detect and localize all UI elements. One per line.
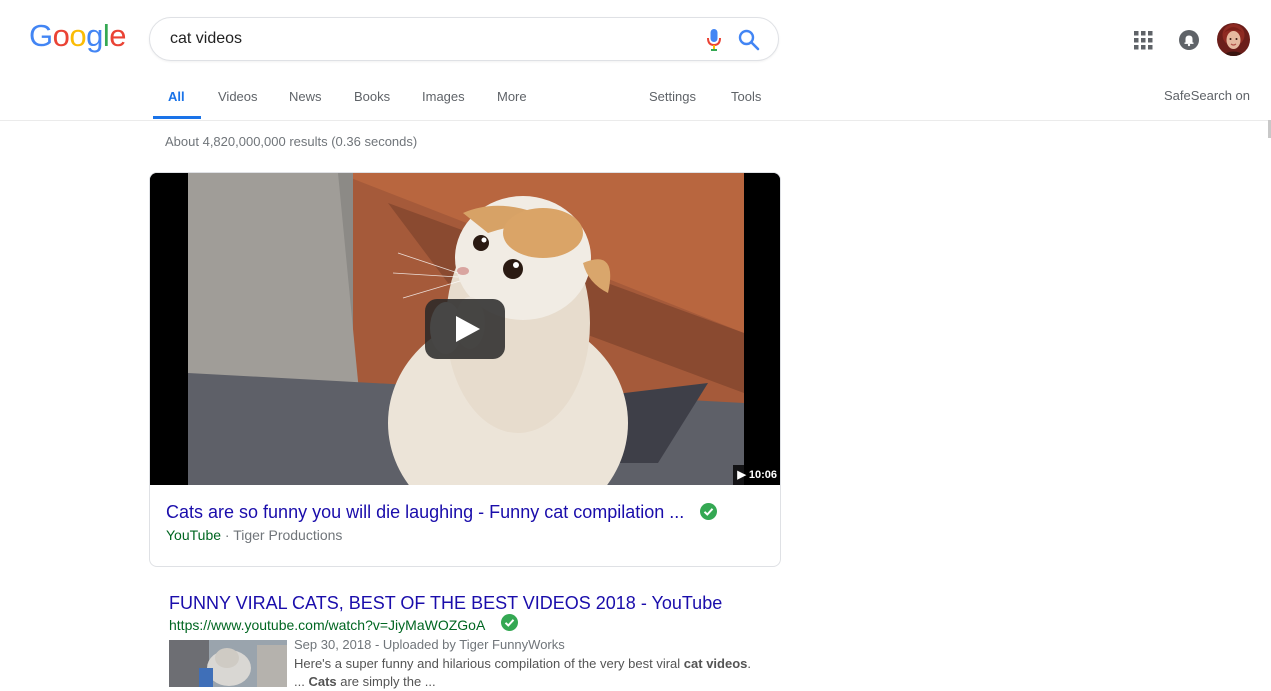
verified-check-icon <box>700 503 717 520</box>
search-input[interactable] <box>170 27 670 51</box>
microphone-icon[interactable] <box>706 29 722 51</box>
tab-tools[interactable]: Tools <box>731 89 761 117</box>
tab-books[interactable]: Books <box>354 89 390 117</box>
result-thumbnail[interactable] <box>169 640 287 687</box>
snippet-bold: cat videos <box>683 656 748 671</box>
tab-images[interactable]: Images <box>422 89 465 117</box>
snippet-text: Here's a super funny and hilarious compi… <box>294 656 684 671</box>
header: Google cat videos All Videos News Books … <box>0 0 1271 121</box>
video-thumbnail[interactable]: ▶ 10:06 <box>150 173 780 485</box>
play-small-icon: ▶ <box>737 469 746 481</box>
tab-settings[interactable]: Settings <box>649 89 696 117</box>
verified-check-icon <box>501 614 518 631</box>
account-avatar[interactable] <box>1217 23 1250 56</box>
video-result-card[interactable]: ▶ 10:06 Cats are so funny you will die l… <box>149 172 781 567</box>
source-separator: · <box>224 527 230 543</box>
safesearch-status[interactable]: SafeSearch on <box>1164 88 1250 103</box>
result-stats: About 4,820,000,000 results (0.36 second… <box>165 134 418 149</box>
video-source: YouTube · Tiger Productions <box>166 527 342 543</box>
play-button[interactable] <box>425 299 505 359</box>
search-tabs: All Videos News Books Images More Settin… <box>0 80 1271 120</box>
tab-news[interactable]: News <box>289 89 322 117</box>
notifications-bell-icon[interactable] <box>1179 30 1199 50</box>
apps-grid-icon[interactable] <box>1134 31 1153 50</box>
tab-more[interactable]: More <box>497 89 527 117</box>
video-duration: ▶ 10:06 <box>733 465 780 485</box>
search-icon[interactable] <box>738 29 760 51</box>
result-snippet: Here's a super funny and hilarious compi… <box>294 655 764 691</box>
tab-all[interactable]: All <box>153 89 200 119</box>
search-box[interactable] <box>149 17 779 61</box>
result-meta: Sep 30, 2018 - Uploaded by Tiger FunnyWo… <box>294 637 565 652</box>
snippet-text: . <box>747 656 752 671</box>
video-channel: Tiger Productions <box>233 527 343 543</box>
tab-videos[interactable]: Videos <box>218 89 258 117</box>
video-site: YouTube <box>166 527 222 543</box>
duration-label: 10:06 <box>748 469 777 481</box>
result-title-link[interactable]: FUNNY VIRAL CATS, BEST OF THE BEST VIDEO… <box>169 593 722 614</box>
video-title-link[interactable]: Cats are so funny you will die laughing … <box>166 502 684 523</box>
result-url[interactable]: https://www.youtube.com/watch?v=JiyMaWOZ… <box>169 617 485 633</box>
google-logo[interactable]: Google <box>29 20 127 51</box>
